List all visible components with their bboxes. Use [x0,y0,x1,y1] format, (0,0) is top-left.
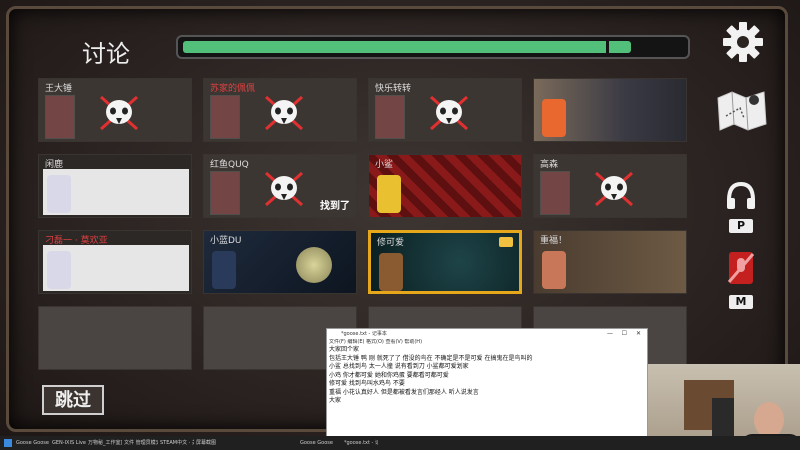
player-name: 刁磊一 · 莫欢亚 [45,236,108,246]
taskbar-item[interactable]: GEN-IXIS Live 2.0 [52,438,86,448]
notepad-line: 修可爱 找到鸟叫水鸡鸟 不要 [329,380,405,387]
notepad-text-area[interactable]: 大家回个家 包括王大锤 鸭 刚 就死了了 借没的鸟在 不确定是不是可爱 在搞鬼在是… [327,346,647,406]
player-card[interactable]: 苏家的佩佩 [203,78,357,142]
notepad-line: 重福 小花认真好人 但是都被看发言们那经人 听人说发言 [329,388,479,396]
megaphone-icon [499,237,513,247]
taskbar-item[interactable]: *goose.txt - 记事本 [344,438,378,448]
player-card [38,306,192,370]
player-name: 红鱼QUQ [210,160,249,170]
player-name: 小蓝DU [210,236,242,246]
player-name: 修可爱 [377,238,405,248]
player-name: 重福！ [540,236,568,246]
faded-portrait [210,171,240,215]
player-name: 王大锤 [45,84,73,94]
faded-portrait [45,95,75,139]
taskbar-item[interactable]: 文件 管理员模式 [124,438,158,448]
windows-taskbar: Goose Goose DuckGEN-IXIS Live 2.0万物秘_工作室… [0,436,800,450]
timer-fill [183,41,632,53]
player-grid: 王大锤 苏家的佩佩 快乐转转闲鹿 红鱼QUQ 找到了 小鲨 高森刁磊一 · 莫欢亚 小蓝DU 修… [38,78,690,370]
player-card[interactable]: 快乐转转 [368,78,522,142]
player-card[interactable]: 小蓝DU [203,230,357,294]
notepad-menu[interactable]: 文件(F) 编辑(E) 格式(O) 查看(V) 帮助(H) [327,339,647,346]
player-card[interactable]: 刁磊一 · 莫欢亚 [38,230,192,294]
player-card[interactable]: 闲鹿 [38,154,192,218]
headphones-icon [727,181,755,209]
map-icon[interactable] [714,86,770,132]
player-card-self[interactable]: 修可爱 [368,230,522,294]
discussion-timer-bar [176,35,690,59]
goose-avatar [47,251,71,289]
dead-skull-icon [265,95,303,131]
player-name: 苏家的佩佩 [210,84,256,94]
close-icon[interactable]: ✕ [636,329,641,339]
skip-button[interactable]: 跳过 [42,385,104,415]
mute-key: M [729,295,753,309]
player-card[interactable] [533,78,687,142]
taskbar-item[interactable]: 万物秘_工作室直播 [88,438,122,448]
faded-portrait [210,95,240,139]
notepad-titlebar[interactable]: *goose.txt - 记事本 — ☐ ✕ [327,329,647,339]
player-name: 闲鹿 [45,160,64,170]
notepad-line: 大家 [329,397,342,404]
player-card[interactable]: 高森 [533,154,687,218]
mute-button[interactable]: M [725,250,757,309]
notepad-line: 大家回个家 [329,346,360,353]
player-name: 高森 [540,160,559,170]
push-to-talk-button[interactable]: P [725,180,757,233]
maximize-icon[interactable]: ☐ [622,329,627,339]
taskbar-item[interactable]: Goose Goose Duck [300,438,334,448]
goose-avatar [47,175,71,213]
faded-portrait [375,95,405,139]
goose-avatar [379,253,403,291]
player-name: 快乐转转 [375,84,412,94]
dead-skull-icon [430,95,468,131]
timer-divider [606,39,609,55]
goose-avatar [542,251,566,289]
dead-skull-icon [100,95,138,131]
minimize-icon[interactable]: — [607,329,613,339]
goose-avatar [212,251,236,289]
goose-avatar [542,99,566,137]
push-to-talk-key: P [729,219,753,233]
moon-icon [296,247,332,283]
dead-skull-icon [595,171,633,207]
webcam-streamer [754,402,784,438]
player-card[interactable]: 红鱼QUQ 找到了 [203,154,357,218]
player-card[interactable]: 重福！ [533,230,687,294]
notepad-line: 小鸡 你才都可爱 她和你鸡蛋 要都看可都可爱 [329,371,449,379]
page-title: 讨论 [82,40,130,68]
notepad-title: *goose.txt - 记事本 [341,331,387,337]
taskbar-item[interactable]: Goose Goose Duck [16,438,50,448]
goose-avatar [377,175,401,213]
windows-start-icon[interactable] [4,439,12,447]
taskbar-item[interactable]: 屏幕截图 [196,438,216,448]
notepad-line: 包括王大锤 鸭 刚 就死了了 借没的鸟在 不确定是不是可爱 在搞鬼在是鸟叫的 [329,354,533,362]
faded-portrait [540,171,570,215]
dead-skull-icon [265,171,303,207]
settings-gear-icon[interactable] [721,20,765,64]
notepad-window[interactable]: *goose.txt - 记事本 — ☐ ✕ 文件(F) 编辑(E) 格式(O)… [326,328,648,438]
taskbar-item[interactable]: STEAM中文 · 关闭游戏 [160,438,194,448]
muted-microphone-icon [727,252,755,284]
notepad-line: 小鲨 总找到鸟 太一人撞 说有看到刀 小鲨都可爱划家 [329,363,469,370]
player-card[interactable]: 王大锤 [38,78,192,142]
player-name: 小鲨 [375,160,394,170]
player-card[interactable]: 小鲨 [368,154,522,218]
body-found-label: 找到了 [320,201,350,212]
